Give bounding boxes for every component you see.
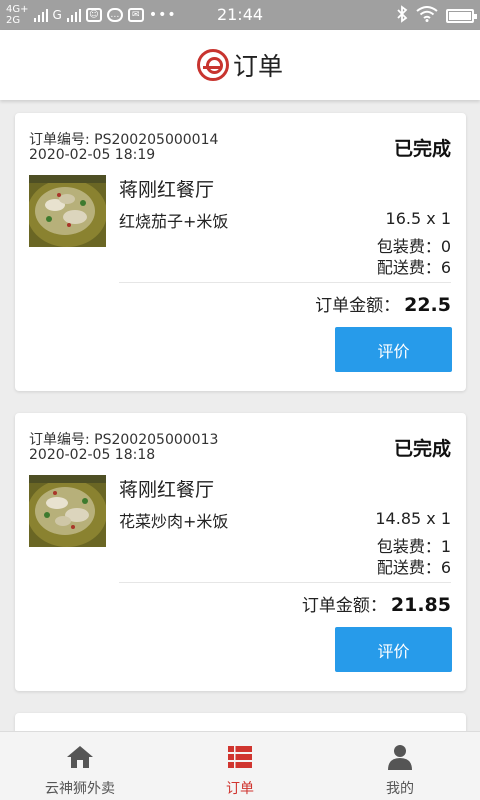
status-right — [396, 5, 477, 27]
list-icon — [228, 744, 252, 770]
order-date: 2020-02-05 18:18 — [29, 447, 156, 463]
order-card[interactable]: 订单编号: PS200205000013 2020-02-05 18:18 已完… — [15, 413, 466, 691]
nav-item-home[interactable]: 云神狮外卖 — [0, 732, 160, 800]
order-total-label: 订单金额： — [301, 596, 387, 616]
wifi-icon — [416, 6, 438, 26]
user-icon — [388, 744, 412, 770]
order-total: 订单金额： 21.85 — [302, 591, 451, 616]
dish-name: 红烧茄子+米饭 — [119, 212, 229, 231]
bottom-nav: 云神狮外卖 订单 我的 — [0, 731, 480, 800]
review-button[interactable]: 评价 — [335, 327, 452, 372]
order-status: 已完成 — [393, 138, 451, 160]
order-total-value: 22.5 — [404, 294, 451, 316]
brand-logo-icon — [196, 49, 229, 81]
status-bar: 4G+ 2G G ☺ … ✉ ••• 21:44 — [0, 0, 480, 30]
dish-thumbnail — [29, 175, 106, 247]
review-button[interactable]: 评价 — [335, 627, 452, 672]
delivery-fee: 配送费：6 — [376, 258, 451, 277]
page-title: 订单 — [232, 52, 283, 81]
dish-price: 16.5 x 1 — [385, 209, 451, 228]
dish-price: 14.85 x 1 — [375, 509, 451, 528]
home-icon — [66, 744, 94, 770]
nav-item-orders[interactable]: 订单 — [160, 732, 320, 800]
restaurant-name: 蒋刚红餐厅 — [119, 179, 215, 201]
bluetooth-icon — [396, 5, 408, 27]
restaurant-name: 蒋刚红餐厅 — [119, 479, 215, 501]
dish-thumbnail — [29, 475, 106, 547]
divider — [119, 582, 451, 583]
app-header: 订单 — [0, 30, 480, 100]
dish-name: 花菜炒肉+米饭 — [119, 512, 229, 531]
order-card[interactable]: 订单编号: PS200205000014 2020-02-05 18:19 已完… — [15, 113, 466, 391]
nav-label-orders: 订单 — [226, 781, 254, 797]
nav-item-profile[interactable]: 我的 — [320, 732, 480, 800]
order-total-value: 21.85 — [390, 594, 451, 616]
delivery-fee: 配送费：6 — [376, 558, 451, 577]
order-date: 2020-02-05 18:19 — [29, 147, 156, 163]
order-number: 订单编号: PS200205000014 — [29, 132, 219, 148]
divider — [119, 282, 451, 283]
order-status: 已完成 — [393, 438, 451, 460]
nav-label-profile: 我的 — [386, 781, 414, 797]
nav-label-home: 云神狮外卖 — [45, 781, 115, 797]
order-number: 订单编号: PS200205000013 — [29, 432, 219, 448]
battery-icon — [446, 9, 477, 23]
order-total-label: 订单金额： — [315, 296, 401, 316]
order-total: 订单金额： 22.5 — [315, 291, 451, 316]
